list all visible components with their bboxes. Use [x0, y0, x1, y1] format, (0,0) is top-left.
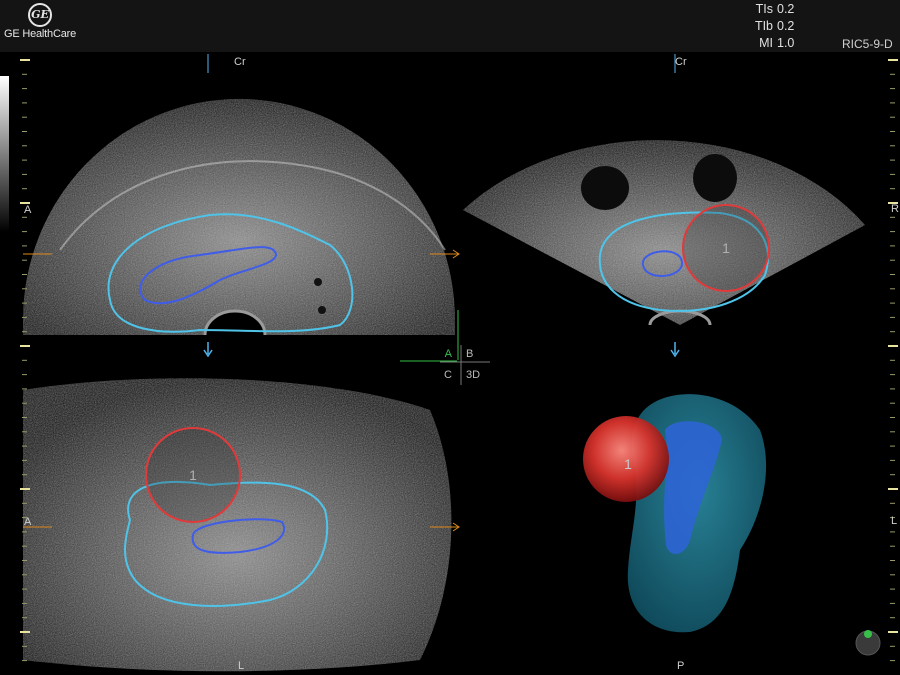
view-a-sagittal[interactable] — [23, 98, 455, 336]
view-d-right-label: L — [891, 515, 898, 527]
view-c-coronal[interactable]: 1 — [23, 378, 452, 672]
view-d-3d-render[interactable]: 1 — [583, 394, 881, 656]
quad-b-label: B — [466, 348, 473, 360]
view-b-right-label: R — [891, 203, 899, 215]
quad-a-label: A — [445, 348, 453, 360]
view-d-bottom-label: P — [677, 660, 685, 672]
quad-c-label: C — [444, 369, 452, 381]
lesion-label: 1 — [722, 240, 730, 256]
view-a-top-label: Cr — [234, 56, 246, 68]
quad-3d-label: 3D — [466, 369, 480, 381]
view-b-transverse[interactable]: 1 — [463, 140, 865, 326]
lesion-label: 1 — [624, 456, 632, 472]
view-a-left-label: A — [24, 204, 32, 216]
view-c-left-label: A — [24, 516, 32, 528]
view-c-bottom-label: L — [238, 660, 245, 672]
view-b-top-label: Cr — [675, 56, 687, 68]
lesion-label: 1 — [189, 467, 197, 483]
ultrasound-views: 1 1 1 A B C 3D — [20, 54, 898, 672]
